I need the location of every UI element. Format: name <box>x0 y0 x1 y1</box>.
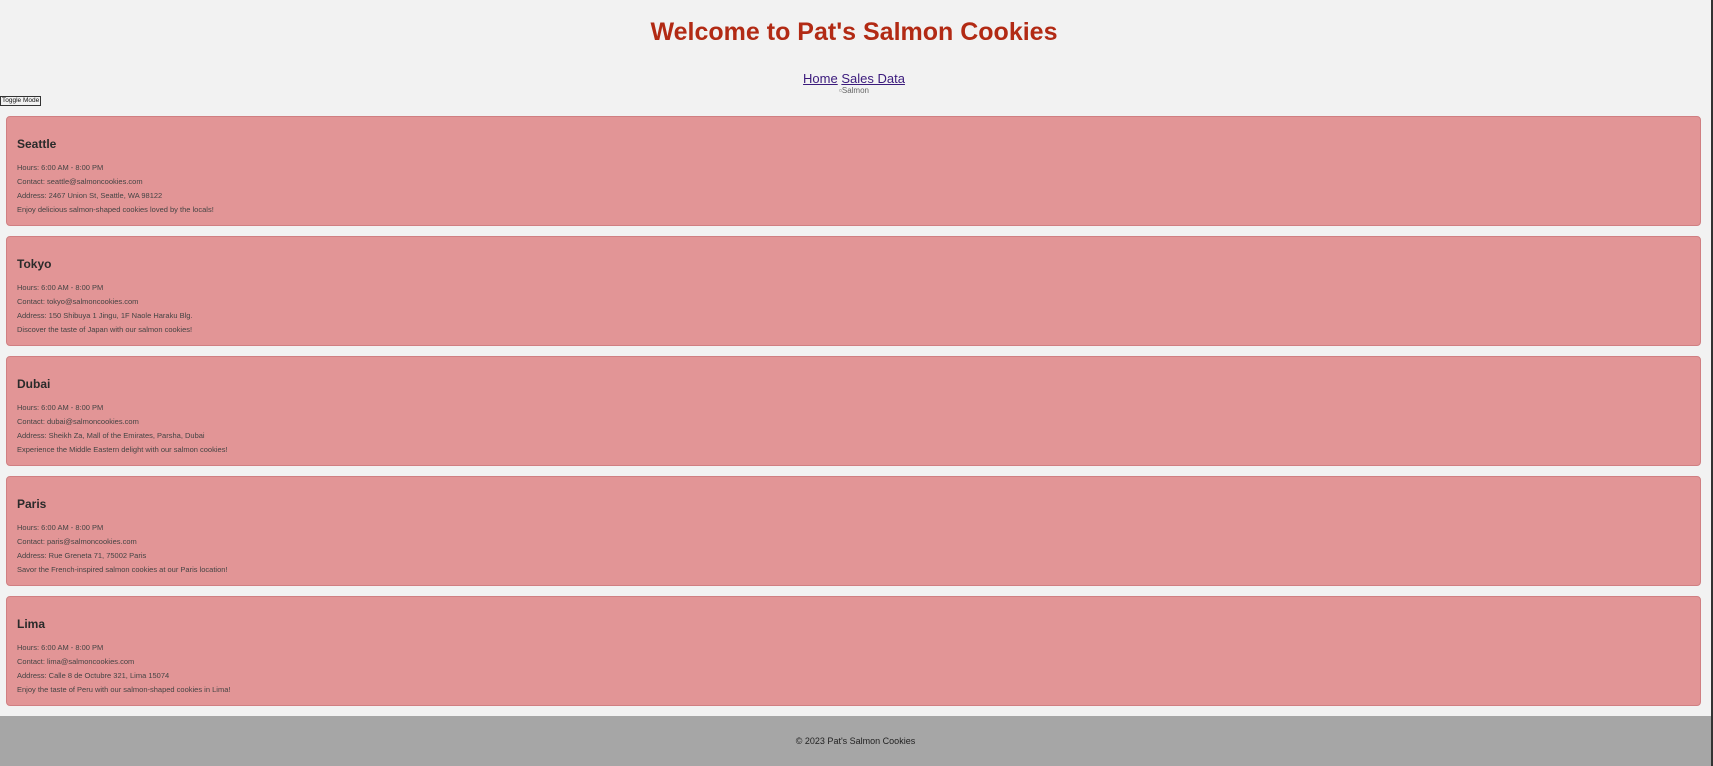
location-address: Address: Calle 8 de Octubre 321, Lima 15… <box>17 671 170 680</box>
main-nav: Home Sales Data <box>0 71 1708 86</box>
location-hours: Hours: 6:00 AM - 8:00 PM <box>17 403 104 412</box>
location-hours: Hours: 6:00 AM - 8:00 PM <box>17 283 104 292</box>
location-card-dubai: Dubai Hours: 6:00 AM - 8:00 PM Contact: … <box>6 356 1701 466</box>
copyright-text: © 2023 Pat's Salmon Cookies <box>795 736 916 746</box>
location-contact: Contact: dubai@salmoncookies.com <box>17 417 139 426</box>
toggle-mode-button[interactable]: Toggle Mode <box>0 96 42 106</box>
location-name: Paris <box>17 497 47 511</box>
location-description: Experience the Middle Eastern delight wi… <box>17 445 228 454</box>
location-contact: Contact: lima@salmoncookies.com <box>17 657 135 666</box>
location-description: Enjoy delicious salmon-shaped cookies lo… <box>17 205 214 214</box>
location-contact: Contact: paris@salmoncookies.com <box>17 537 137 546</box>
location-address: Address: Rue Greneta 71, 75002 Paris <box>17 551 147 560</box>
location-description: Enjoy the taste of Peru with our salmon-… <box>17 685 231 694</box>
location-name: Lima <box>17 617 46 631</box>
nav-link-home[interactable]: Home <box>803 71 838 86</box>
location-description: Discover the taste of Japan with our sal… <box>17 325 193 334</box>
location-contact: Contact: seattle@salmoncookies.com <box>17 177 143 186</box>
page: Welcome to Pat's Salmon Cookies Home Sal… <box>0 0 1713 766</box>
page-footer: © 2023 Pat's Salmon Cookies <box>0 716 1711 766</box>
page-title: Welcome to Pat's Salmon Cookies <box>650 18 1058 46</box>
location-address: Address: 150 Shibuya 1 Jingu, 1F Naole H… <box>17 311 193 320</box>
location-card-lima: Lima Hours: 6:00 AM - 8:00 PM Contact: l… <box>6 596 1701 706</box>
location-name: Seattle <box>17 137 57 151</box>
salmon-image-placeholder: ▫Salmon <box>0 86 1708 95</box>
locations-list: Seattle Hours: 6:00 AM - 8:00 PM Contact… <box>6 116 1701 716</box>
location-contact: Contact: tokyo@salmoncookies.com <box>17 297 139 306</box>
location-hours: Hours: 6:00 AM - 8:00 PM <box>17 163 104 172</box>
location-card-seattle: Seattle Hours: 6:00 AM - 8:00 PM Contact… <box>6 116 1701 226</box>
location-name: Dubai <box>17 377 51 391</box>
location-card-tokyo: Tokyo Hours: 6:00 AM - 8:00 PM Contact: … <box>6 236 1701 346</box>
location-address: Address: 2467 Union St, Seattle, WA 9812… <box>17 191 163 200</box>
location-card-paris: Paris Hours: 6:00 AM - 8:00 PM Contact: … <box>6 476 1701 586</box>
location-address: Address: Sheikh Za, Mall of the Emirates… <box>17 431 205 440</box>
salmon-image-alt: Salmon <box>841 86 869 95</box>
location-hours: Hours: 6:00 AM - 8:00 PM <box>17 643 104 652</box>
location-description: Savor the French-inspired salmon cookies… <box>17 565 228 574</box>
location-hours: Hours: 6:00 AM - 8:00 PM <box>17 523 104 532</box>
nav-link-sales-data[interactable]: Sales Data <box>841 71 905 86</box>
location-name: Tokyo <box>17 257 52 271</box>
